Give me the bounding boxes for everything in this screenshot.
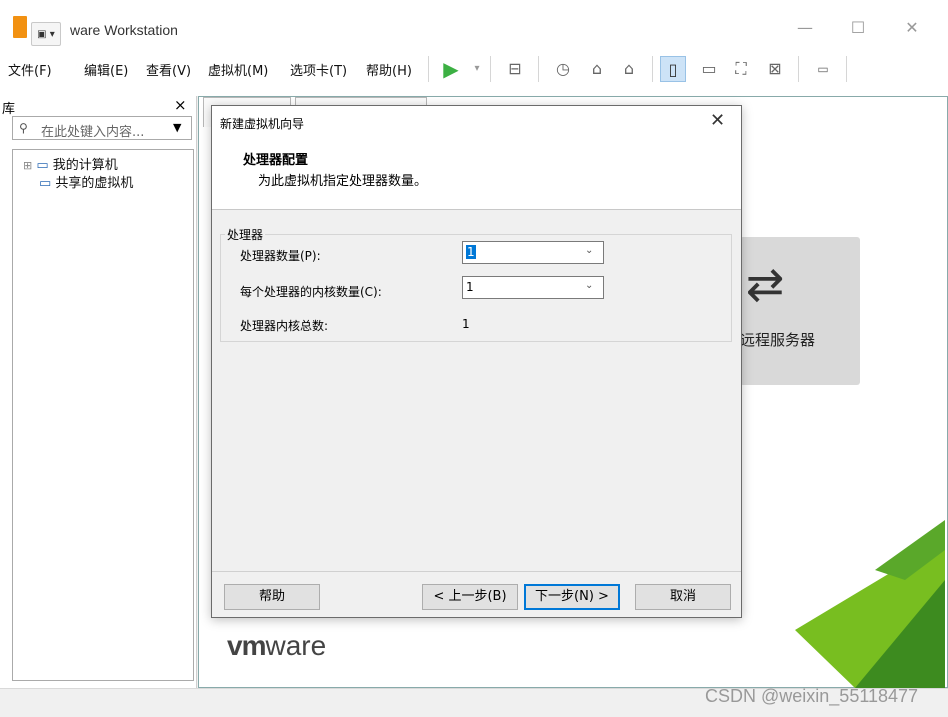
total-cores-value: 1 [462, 317, 470, 331]
toolbar-separator [846, 56, 847, 82]
processor-group: 处理器 处理器数量(P): 1 ⌄ 每个处理器的内核数量(C): 1 ⌄ 处理器… [220, 226, 732, 342]
dialog-close-icon[interactable]: ✕ [710, 110, 725, 131]
menu-edit[interactable]: 编辑(E) [84, 60, 128, 79]
page-subheading: 为此虚拟机指定处理器数量。 [258, 174, 428, 189]
dialog-footer-separator [212, 571, 741, 572]
unity-icon[interactable]: ⊠ [762, 56, 788, 82]
watermark: CSDN @weixin_55118477 [705, 686, 919, 706]
dropdown-icon[interactable]: ▾ [464, 56, 490, 82]
minimize-button[interactable]: — [783, 14, 827, 42]
library-search-input[interactable]: ⚲ 在此处键入内容... ▼ [12, 116, 192, 140]
play-icon[interactable]: ▶ [438, 56, 464, 82]
console-icon[interactable]: ▭ [810, 56, 836, 82]
processor-group-label: 处理器 [225, 226, 266, 243]
library-panel: 库 × ⚲ 在此处键入内容... ▼ ⊞ ▭ 我的计算机 ▭ 共享的虚拟机 [0, 96, 197, 688]
back-button[interactable]: < 上一步(B) [422, 584, 518, 610]
cores-per-processor-select[interactable]: 1 ⌄ [462, 276, 604, 299]
toolbar-separator [538, 56, 539, 82]
fullscreen-icon[interactable]: ⛶ [728, 56, 754, 82]
shared-vm-icon: ▭ [39, 176, 56, 191]
cores-per-processor-label: 每个处理器的内核数量(C): [240, 285, 382, 299]
dialog-title-bar: 新建虚拟机向导 ✕ [212, 106, 741, 136]
chevron-down-icon: ⌄ [585, 280, 594, 291]
cancel-button[interactable]: 取消 [635, 584, 731, 610]
tree-item-shared-vms[interactable]: ▭ 共享的虚拟机 [39, 172, 133, 191]
page-heading: 处理器配置 [243, 153, 309, 168]
maximize-button[interactable]: ☐ [836, 14, 880, 42]
next-button[interactable]: 下一步(N) > [524, 584, 620, 610]
processor-count-value: 1 [466, 245, 476, 259]
sidebar-view-icon[interactable]: ▯ [660, 56, 686, 82]
computer-icon: ▭ [36, 158, 53, 173]
menu-view[interactable]: 查看(V) [146, 60, 191, 79]
chevron-down-icon: ⌄ [585, 245, 594, 256]
dialog-title: 新建虚拟机向导 [220, 117, 305, 131]
dialog-header: 处理器配置 为此虚拟机指定处理器数量。 [212, 136, 741, 210]
tree-item-label: 共享的虚拟机 [55, 176, 134, 191]
menu-file[interactable]: 文件(F) [8, 60, 52, 79]
toolbar-separator [428, 56, 429, 82]
connect-remote-server-card[interactable]: ⇄ 远程服务器 [740, 237, 860, 385]
title-bar: ware Workstation — ☐ ✕ [0, 0, 948, 42]
revert-snapshot-icon[interactable]: ⌂ [584, 56, 610, 82]
search-placeholder: 在此处键入内容... [41, 125, 145, 140]
thumbnail-view-icon[interactable]: ▭ [696, 56, 722, 82]
processor-count-select[interactable]: 1 ⌄ [462, 241, 604, 264]
processor-count-label: 处理器数量(P): [240, 249, 321, 263]
vmware-app-logo [13, 16, 27, 38]
library-close-icon[interactable]: × [174, 96, 187, 114]
new-vm-wizard-dialog: 新建虚拟机向导 ✕ 处理器配置 为此虚拟机指定处理器数量。 处理器 处理器数量(… [211, 105, 742, 618]
vmware-logo: vmware [227, 630, 327, 661]
send-keys-icon[interactable]: ⊟ [502, 56, 528, 82]
tree-item-my-computer[interactable]: ⊞ ▭ 我的计算机 [23, 154, 118, 173]
expand-icon[interactable]: ⊞ [23, 159, 32, 172]
library-tree: ⊞ ▭ 我的计算机 ▭ 共享的虚拟机 [12, 149, 194, 681]
tree-item-label: 我的计算机 [52, 158, 118, 173]
cores-per-processor-value: 1 [466, 280, 474, 294]
search-dropdown-icon[interactable]: ▼ [173, 121, 181, 134]
window-title: ware Workstation [70, 22, 178, 38]
image-icon[interactable]: ▣ ▾ [31, 22, 61, 46]
total-cores-label: 处理器内核总数: [240, 319, 329, 333]
menu-help[interactable]: 帮助(H) [366, 60, 412, 79]
search-icon: ⚲ [19, 121, 28, 135]
toolbar-separator [798, 56, 799, 82]
library-title: 库 [2, 102, 16, 117]
help-button[interactable]: 帮助 [224, 584, 320, 610]
remote-arrows-icon: ⇄ [745, 257, 785, 311]
remote-server-label: 远程服务器 [740, 331, 816, 349]
toolbar-separator [652, 56, 653, 82]
snapshot-icon[interactable]: ◷ [550, 56, 576, 82]
menu-tabs[interactable]: 选项卡(T) [290, 60, 347, 79]
toolbar-separator [490, 56, 491, 82]
menu-vm[interactable]: 虚拟机(M) [208, 60, 268, 79]
vmware-green-decoration [795, 520, 945, 688]
manage-snapshots-icon[interactable]: ⌂ [616, 56, 642, 82]
menu-bar: 文件(F) 编辑(E) 查看(V) 虚拟机(M) 选项卡(T) 帮助(H) ▶ … [0, 42, 948, 96]
close-window-button[interactable]: ✕ [890, 14, 934, 42]
